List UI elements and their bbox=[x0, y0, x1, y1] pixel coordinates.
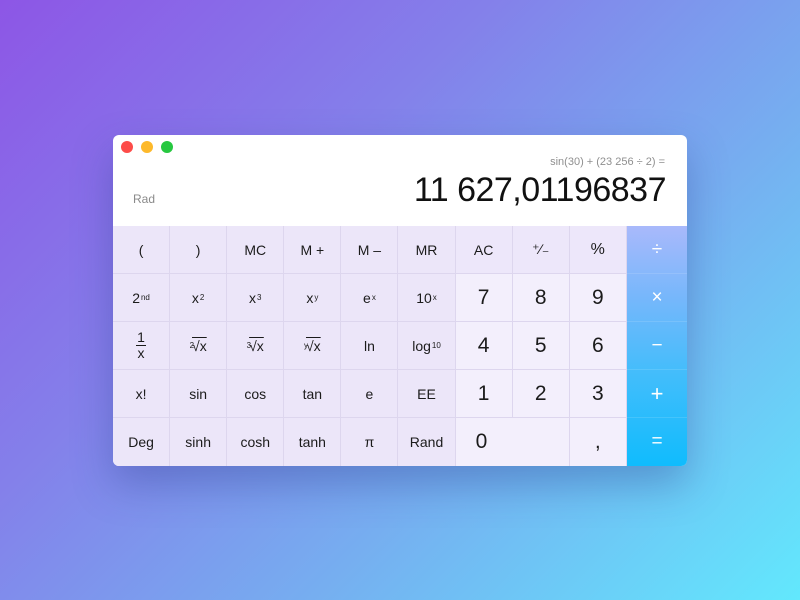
tan-button[interactable]: tan bbox=[284, 370, 342, 418]
natural-log-button[interactable]: ln bbox=[341, 322, 399, 370]
add-button[interactable]: + bbox=[627, 370, 687, 418]
power-base: x bbox=[306, 289, 314, 306]
cube-button[interactable]: x3 bbox=[227, 274, 285, 322]
power-sup: y bbox=[314, 293, 319, 302]
log-base: log bbox=[412, 337, 431, 354]
digit-8-button[interactable]: 8 bbox=[512, 274, 570, 322]
operator-column: ÷ × − + = bbox=[627, 226, 687, 466]
plus-minus-button[interactable]: ⁺∕₋ bbox=[512, 226, 570, 274]
tanh-button[interactable]: tanh bbox=[284, 418, 342, 466]
y-root-button[interactable]: y √x bbox=[284, 322, 342, 370]
multiply-button[interactable]: × bbox=[627, 274, 687, 322]
euler-button[interactable]: e bbox=[341, 370, 399, 418]
square-base: x bbox=[191, 289, 199, 306]
deg-rad-toggle-button[interactable]: Deg bbox=[113, 418, 171, 466]
expression-text: sin(30) + (23 256 ÷ 2) = bbox=[550, 156, 665, 168]
digit-5-button[interactable]: 5 bbox=[512, 322, 570, 370]
square-button[interactable]: x2 bbox=[170, 274, 228, 322]
memory-add-button[interactable]: M + bbox=[284, 226, 342, 274]
ten-power-base: 10 bbox=[416, 289, 432, 306]
y-root-radical: √x bbox=[305, 337, 321, 354]
memory-subtract-button[interactable]: M – bbox=[341, 226, 399, 274]
log-sub: 10 bbox=[431, 341, 441, 350]
square-root-button[interactable]: 2 √x bbox=[170, 322, 228, 370]
keypad: ( ) MC M + M – MR AC ⁺∕₋ % 2nd x2 x3 xy … bbox=[113, 226, 687, 466]
angle-mode-indicator: Rad bbox=[133, 192, 156, 206]
reciprocal-button[interactable]: 1 x bbox=[113, 322, 171, 370]
square-sup: 2 bbox=[199, 293, 205, 302]
divide-button[interactable]: ÷ bbox=[627, 226, 687, 274]
sin-button[interactable]: sin bbox=[170, 370, 228, 418]
cube-base: x bbox=[249, 289, 256, 306]
digit-3-button[interactable]: 3 bbox=[569, 370, 627, 418]
second-sup: nd bbox=[140, 293, 150, 302]
calculator-window: Rad sin(30) + (23 256 ÷ 2) = 11 627,0119… bbox=[113, 135, 687, 466]
ee-button[interactable]: EE bbox=[398, 370, 456, 418]
exp-base: e bbox=[363, 289, 371, 306]
second-function-button[interactable]: 2nd bbox=[113, 274, 171, 322]
digit-4-button[interactable]: 4 bbox=[455, 322, 513, 370]
digit-9-button[interactable]: 9 bbox=[569, 274, 627, 322]
factorial-button[interactable]: x! bbox=[113, 370, 171, 418]
digit-7-button[interactable]: 7 bbox=[455, 274, 513, 322]
reciprocal-denominator: x bbox=[137, 345, 145, 361]
ten-power-button[interactable]: 10 x bbox=[398, 274, 456, 322]
equals-button[interactable]: = bbox=[627, 418, 687, 466]
result-text: 11 627,01196837 bbox=[413, 171, 667, 209]
open-paren-button[interactable]: ( bbox=[113, 226, 171, 274]
cube-sup: 3 bbox=[257, 293, 262, 302]
digit-0-button[interactable]: 0 bbox=[455, 418, 570, 466]
cube-root-button[interactable]: 3 √x bbox=[227, 322, 285, 370]
memory-clear-button[interactable]: MC bbox=[227, 226, 285, 274]
cosh-button[interactable]: cosh bbox=[227, 418, 285, 466]
display: Rad sin(30) + (23 256 ÷ 2) = 11 627,0119… bbox=[113, 135, 687, 226]
reciprocal-fraction: 1 x bbox=[136, 329, 147, 361]
exp-button[interactable]: ex bbox=[341, 274, 399, 322]
percent-button[interactable]: % bbox=[569, 226, 627, 274]
cube-root-radical: √x bbox=[249, 337, 264, 354]
subtract-button[interactable]: − bbox=[627, 322, 687, 370]
memory-recall-button[interactable]: MR bbox=[398, 226, 456, 274]
reciprocal-numerator: 1 bbox=[137, 329, 145, 345]
digit-2-button[interactable]: 2 bbox=[512, 370, 570, 418]
all-clear-button[interactable]: AC bbox=[455, 226, 513, 274]
random-button[interactable]: Rand bbox=[398, 418, 456, 466]
digit-1-button[interactable]: 1 bbox=[455, 370, 513, 418]
power-button[interactable]: xy bbox=[284, 274, 342, 322]
square-root-radical: √x bbox=[192, 337, 207, 354]
ten-power-sup: x bbox=[432, 293, 437, 302]
pi-button[interactable]: π bbox=[341, 418, 399, 466]
digit-6-button[interactable]: 6 bbox=[569, 322, 627, 370]
exp-sup: x bbox=[371, 293, 376, 302]
sinh-button[interactable]: sinh bbox=[170, 418, 228, 466]
log10-button[interactable]: log 10 bbox=[398, 322, 456, 370]
second-label: 2 bbox=[132, 289, 140, 306]
cos-button[interactable]: cos bbox=[227, 370, 285, 418]
close-paren-button[interactable]: ) bbox=[170, 226, 228, 274]
decimal-button[interactable]: , bbox=[569, 418, 627, 466]
